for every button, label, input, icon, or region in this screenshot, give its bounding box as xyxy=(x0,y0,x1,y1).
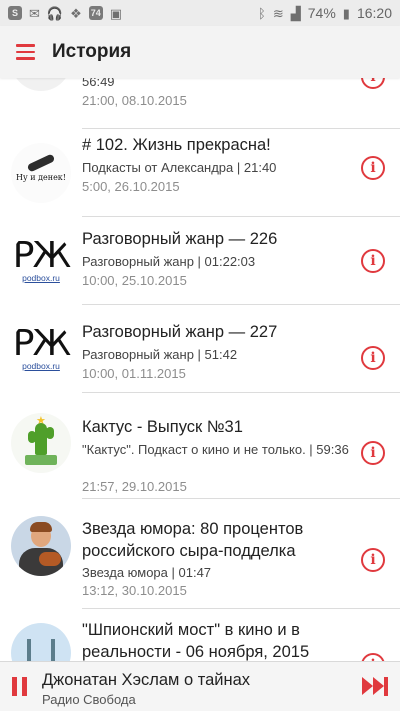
battery-percent: 74% xyxy=(307,5,336,21)
info-icon[interactable]: i xyxy=(361,653,385,661)
status-bar-notifications: S ✉ 🎧 ❖ 74 ▣ xyxy=(8,6,122,20)
history-item[interactable]: РЖ podbox.ru Разговорный жанр — 226 Разг… xyxy=(0,217,400,305)
podcast-thumbnail: РЖ podbox.ru xyxy=(11,319,71,379)
headphones-icon: 🎧 xyxy=(46,5,64,21)
info-icon[interactable]: i xyxy=(361,249,385,273)
skip-next-icon[interactable] xyxy=(362,677,390,696)
info-icon[interactable]: i xyxy=(361,441,385,465)
episode-subtitle: 56:49 xyxy=(82,78,115,89)
podcast-thumbnail xyxy=(11,516,71,576)
app-74-icon: 74 xyxy=(88,6,103,20)
episode-title: Кактус - Выпуск №31 xyxy=(82,418,243,436)
status-bar: S ✉ 🎧 ❖ 74 ▣ ᛒ ≋ ▟ 74% ▮ 16:20 xyxy=(0,0,400,26)
status-bar-system: ᛒ ≋ ▟ 74% ▮ 16:20 xyxy=(258,5,392,21)
skype-icon: S xyxy=(8,6,22,20)
app-bar: История xyxy=(0,26,400,78)
history-item[interactable]: Звезда юмора: 80 процентов российского с… xyxy=(0,499,400,609)
now-playing-source: Радио Свобода xyxy=(42,692,136,707)
history-item[interactable]: i 56:49 21:00, 08.10.2015 xyxy=(0,78,400,122)
podcast-thumbnail xyxy=(11,78,71,91)
episode-date: 10:00, 25.10.2015 xyxy=(82,273,187,288)
wifi-icon: ≋ xyxy=(272,5,284,21)
episode-date: 21:57, 29.10.2015 xyxy=(82,479,187,494)
podcast-thumbnail: РЖ podbox.ru xyxy=(11,231,71,291)
info-icon[interactable]: i xyxy=(361,548,385,572)
podcast-thumbnail xyxy=(11,623,71,661)
page-title: История xyxy=(52,41,132,62)
episode-title: Разговорный жанр — 226 xyxy=(82,230,278,248)
signal-icon: ▟ xyxy=(290,5,301,21)
podcast-thumbnail: Ну и денек! xyxy=(11,143,71,203)
bluetooth-icon: ᛒ xyxy=(258,5,266,21)
mini-player[interactable]: Джонатан Хэслам о тайнах Радио Свобода xyxy=(0,661,400,711)
episode-subtitle: Разговорный жанр | 01:22:03 xyxy=(82,254,256,269)
history-item[interactable]: РЖ podbox.ru Разговорный жанр — 227 Разг… xyxy=(0,305,400,393)
episode-subtitle: Звезда юмора | 01:47 xyxy=(82,565,212,580)
now-playing-title[interactable]: Джонатан Хэслам о тайнах xyxy=(42,670,250,690)
episode-title: # 102. Жизнь прекрасна! xyxy=(82,136,271,154)
episode-date: 13:12, 30.10.2015 xyxy=(82,583,187,598)
episode-title: Звезда юмора: 80 процентов российского с… xyxy=(82,520,304,560)
episode-subtitle: Разговорный жанр | 51:42 xyxy=(82,347,238,362)
history-item[interactable]: Ну и денек! # 102. Жизнь прекрасна! Подк… xyxy=(0,129,400,217)
mail-icon: ✉ xyxy=(29,5,40,21)
episode-title: "Шпионский мост" в кино и в реальности -… xyxy=(82,621,310,661)
episode-date: 21:00, 08.10.2015 xyxy=(82,93,187,108)
history-item[interactable]: "Шпионский мост" в кино и в реальности -… xyxy=(0,609,400,661)
pause-icon[interactable] xyxy=(12,677,28,696)
hamburger-menu-icon[interactable] xyxy=(0,26,50,78)
info-icon[interactable]: i xyxy=(361,156,385,180)
episode-subtitle: Подкасты от Александра | 21:40 xyxy=(82,160,277,175)
episode-date: 5:00, 26.10.2015 xyxy=(82,179,180,194)
history-item[interactable]: ★ Кактус - Выпуск №31 "Кактус". Подкаст … xyxy=(0,393,400,499)
battery-icon: ▮ xyxy=(342,5,350,21)
info-icon[interactable]: i xyxy=(361,78,385,89)
episode-subtitle: "Кактус". Подкаст о кино и не только. | … xyxy=(82,442,349,457)
episode-date: 10:00, 01.11.2015 xyxy=(82,366,186,381)
podcast-thumbnail: ★ xyxy=(11,413,71,473)
dropbox-icon: ❖ xyxy=(70,5,82,21)
info-icon[interactable]: i xyxy=(361,346,385,370)
picture-icon: ▣ xyxy=(109,5,123,21)
episode-title: Разговорный жанр — 227 xyxy=(82,323,278,341)
clock: 16:20 xyxy=(356,5,392,21)
history-list[interactable]: i 56:49 21:00, 08.10.2015 Ну и денек! # … xyxy=(0,78,400,661)
